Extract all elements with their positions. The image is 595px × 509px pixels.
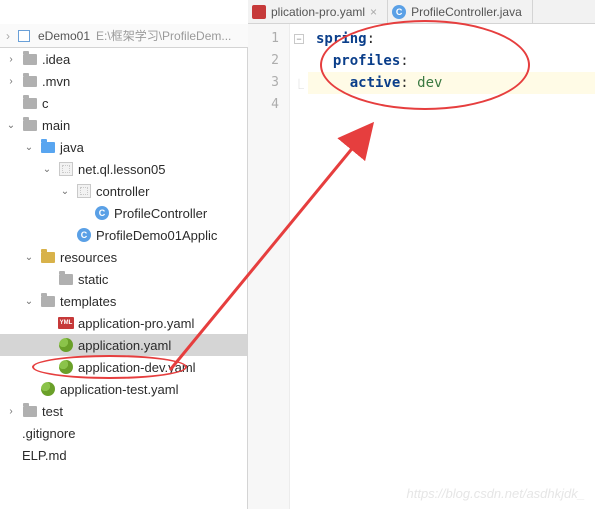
tree-node-application-pro-yaml[interactable]: ›YMLapplication-pro.yaml	[0, 312, 247, 334]
tree-label: ProfileDemo01Applic	[96, 228, 217, 243]
tree-node-controller-pkg[interactable]: ⌄controller	[0, 180, 247, 202]
tree-node-package[interactable]: ⌄net.ql.lesson05	[0, 158, 247, 180]
spring-yaml-icon	[59, 338, 73, 352]
project-tree[interactable]: ›.idea ›.mvn ›c ⌄main ⌄java ⌄net.ql.less…	[0, 48, 248, 509]
tree-node-static[interactable]: ›static	[0, 268, 247, 290]
yaml-key: active	[350, 75, 401, 91]
tree-node-gitignore[interactable]: ›.gitignore	[0, 422, 247, 444]
source-folder-icon	[41, 142, 55, 153]
line-number: 4	[248, 94, 279, 116]
tree-label: ELP.md	[22, 448, 67, 463]
tab-application-pro-yaml[interactable]: plication-pro.yaml ×	[248, 0, 388, 24]
code-area[interactable]: spring: profiles: active: dev	[308, 24, 595, 509]
java-class-icon: C	[95, 206, 109, 220]
tree-label: application-test.yaml	[60, 382, 179, 397]
tree-label: application.yaml	[78, 338, 171, 353]
folder-icon	[59, 274, 73, 285]
module-icon	[18, 30, 30, 42]
folder-icon	[23, 76, 37, 87]
tree-label: java	[60, 140, 84, 155]
tree-label: ProfileController	[114, 206, 207, 221]
yaml-key: profiles	[333, 53, 400, 69]
tab-profile-controller-java[interactable]: C ProfileController.java	[388, 0, 533, 24]
tree-label: test	[42, 404, 63, 419]
gutter: 1 2 3 4	[248, 24, 290, 509]
fold-minus-icon[interactable]: −	[294, 34, 304, 44]
java-class-icon: C	[392, 5, 406, 19]
line-number: 3	[248, 72, 279, 94]
yaml-icon	[252, 5, 266, 19]
tree-label: application-dev.yaml	[78, 360, 196, 375]
folder-icon	[23, 406, 37, 417]
spring-yaml-icon	[59, 360, 73, 374]
tree-node-main[interactable]: ⌄main	[0, 114, 247, 136]
tree-label: controller	[96, 184, 149, 199]
spring-yaml-icon	[41, 382, 55, 396]
folder-icon	[23, 54, 37, 65]
tree-node-application-dev-yaml[interactable]: ›application-dev.yaml	[0, 356, 247, 378]
tree-label: .idea	[42, 52, 70, 67]
tree-label: resources	[60, 250, 117, 265]
tree-label: c	[42, 96, 49, 111]
tree-node-application-test-yaml[interactable]: ›application-test.yaml	[0, 378, 247, 400]
tree-node-profile-controller[interactable]: ›CProfileController	[0, 202, 247, 224]
folder-icon	[41, 296, 55, 307]
folder-icon	[23, 120, 37, 131]
close-icon[interactable]: ×	[370, 5, 377, 19]
tree-node-idea[interactable]: ›.idea	[0, 48, 247, 70]
tree-node-resources[interactable]: ⌄resources	[0, 246, 247, 268]
tree-label: .mvn	[42, 74, 70, 89]
tree-node-templates[interactable]: ⌄templates	[0, 290, 247, 312]
fold-end-icon: ⎿	[294, 76, 304, 91]
tree-label: .gitignore	[22, 426, 75, 441]
chevron-right-icon: ›	[6, 29, 10, 43]
yaml-value: dev	[417, 75, 442, 91]
resources-folder-icon	[41, 252, 55, 263]
tree-label: templates	[60, 294, 116, 309]
tab-label: ProfileController.java	[411, 5, 522, 19]
code-editor[interactable]: 1 2 3 4 − ⎿ spring: profiles: active: de…	[248, 24, 595, 509]
yaml-key: spring	[316, 31, 367, 47]
tree-label: net.ql.lesson05	[78, 162, 165, 177]
tree-node-test[interactable]: ›test	[0, 400, 247, 422]
yaml-file-icon: YML	[58, 317, 74, 329]
editor-tabs: plication-pro.yaml × C ProfileController…	[248, 0, 595, 24]
breadcrumb: › eDemo01 E:\框架学习\ProfileDem...	[0, 24, 249, 48]
folder-icon	[23, 98, 37, 109]
package-icon	[59, 162, 73, 176]
line-number: 2	[248, 50, 279, 72]
tree-node-src[interactable]: ›c	[0, 92, 247, 114]
tree-label: main	[42, 118, 70, 133]
breadcrumb-root[interactable]: eDemo01	[38, 29, 90, 43]
tree-label: application-pro.yaml	[78, 316, 194, 331]
breadcrumb-path: E:\框架学习\ProfileDem...	[96, 27, 231, 44]
tree-node-profile-demo-app[interactable]: ›CProfileDemo01Applic	[0, 224, 247, 246]
tree-node-application-yaml[interactable]: ›application.yaml	[0, 334, 247, 356]
tab-label: plication-pro.yaml	[271, 5, 365, 19]
package-icon	[77, 184, 91, 198]
tree-label: static	[78, 272, 108, 287]
fold-strip: − ⎿	[290, 24, 308, 509]
line-number: 1	[248, 28, 279, 50]
tree-node-help-md[interactable]: ›ELP.md	[0, 444, 247, 466]
java-class-icon: C	[77, 228, 91, 242]
tree-node-java[interactable]: ⌄java	[0, 136, 247, 158]
tree-node-mvn[interactable]: ›.mvn	[0, 70, 247, 92]
